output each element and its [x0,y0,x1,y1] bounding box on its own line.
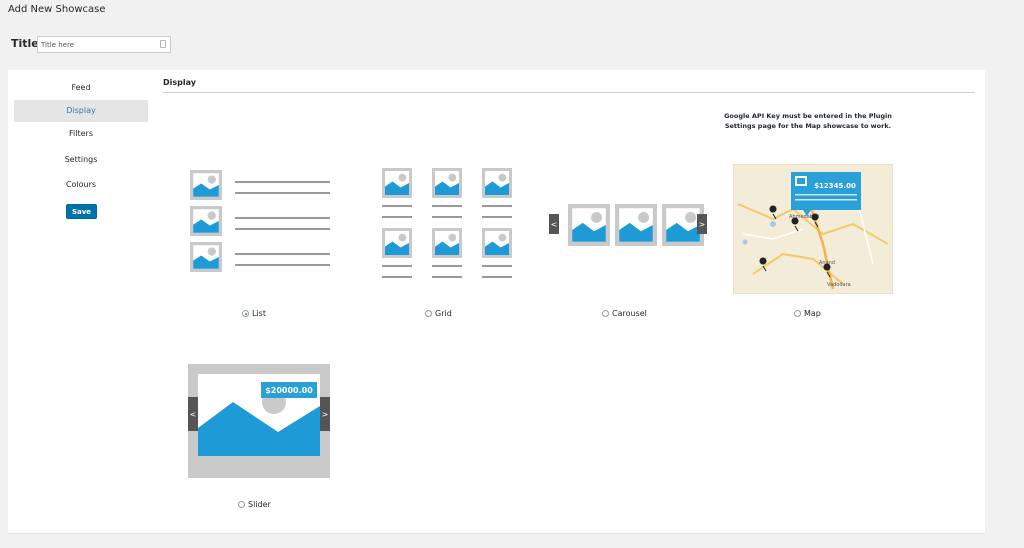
list-thumb-image-icon [190,206,222,236]
grid-thumb-image-icon [482,168,512,198]
grid-line [382,276,412,278]
grid-line [382,205,412,207]
grid-line [482,265,512,267]
list-thumb-image-icon [190,170,222,200]
slider-layout-preview[interactable]: $20000.00 < > [188,364,330,478]
map-city-vadodara: Vadodara [827,282,851,288]
grid-thumb-image-icon [432,168,462,198]
grid-thumb-image-icon [482,228,512,258]
grid-thumb-image-icon [382,228,412,258]
save-button[interactable]: Save [66,204,97,219]
list-thumb-image-icon [190,242,222,272]
option-carousel[interactable]: Carousel [602,309,647,318]
map-layout-preview[interactable]: $12345.00 Ahmedabad Anand Vadodara [733,164,893,294]
radio-list[interactable] [242,310,249,317]
list-line [235,181,330,183]
list-line [235,192,330,194]
radio-carousel[interactable] [602,310,609,317]
radio-grid[interactable] [425,310,432,317]
map-api-key-note: Google API Key must be entered in the Pl… [724,112,892,130]
sidebar-item-settings[interactable]: Settings [14,149,148,171]
carousel-next-arrow-label: > [699,220,706,229]
sidebar-item-filters[interactable]: Filters [14,123,148,145]
radio-slider[interactable] [238,501,245,508]
display-heading: Display [163,78,196,87]
option-carousel-label: Carousel [612,309,647,318]
grid-thumb-image-icon [382,168,412,198]
list-line [235,253,330,255]
carousel-thumb-image-icon [568,204,610,246]
carousel-thumb-image-icon [615,204,657,246]
showcase-settings-panel: Feed Display Filters Settings Colours Sa… [8,70,985,533]
option-grid[interactable]: Grid [425,309,452,318]
list-line [235,217,330,219]
option-slider[interactable]: Slider [238,500,271,509]
grid-line [482,216,512,218]
slider-next-arrow-label: > [322,410,329,419]
list-line [235,264,330,266]
list-line [235,228,330,230]
divider [163,92,975,93]
title-input[interactable]: Title here [37,36,171,53]
option-map-label: Map [804,309,821,318]
carousel-prev-arrow-label: < [551,220,558,229]
option-grid-label: Grid [435,309,452,318]
option-list[interactable]: List [242,309,266,318]
sidebar-item-colours[interactable]: Colours [14,174,148,196]
carousel-layout-preview[interactable]: < > [549,204,707,246]
option-slider-label: Slider [248,500,271,509]
grid-line [432,216,462,218]
page-title: Add New Showcase [8,4,106,15]
title-label: Title [11,37,39,50]
grid-line [382,216,412,218]
list-layout-preview[interactable] [190,170,330,276]
grid-line [432,205,462,207]
grid-line [482,205,512,207]
slider-price: $20000.00 [265,386,313,395]
input-autofill-icon [160,40,166,48]
grid-line [432,276,462,278]
slider-prev-arrow-label: < [190,410,197,419]
grid-thumb-image-icon [432,228,462,258]
grid-line [382,265,412,267]
map-price: $12345.00 [814,182,856,190]
grid-layout-preview[interactable] [382,168,514,282]
grid-line [482,276,512,278]
grid-line [432,265,462,267]
option-list-label: List [252,309,266,318]
sidebar-item-feed[interactable]: Feed [14,77,148,99]
option-map[interactable]: Map [794,309,821,318]
sidebar-item-display[interactable]: Display [14,100,148,122]
radio-map[interactable] [794,310,801,317]
